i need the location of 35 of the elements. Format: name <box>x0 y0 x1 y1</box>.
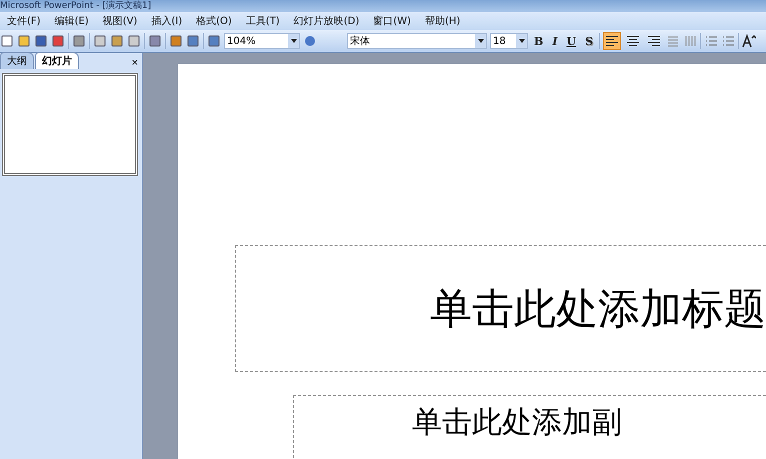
panel-tab[interactable]: 幻灯片 <box>35 52 79 69</box>
title-placeholder-text: 单击此处添加标题 <box>430 282 766 334</box>
subtitle-placeholder[interactable]: 单击此处添加副 <box>293 395 766 459</box>
dropdown-button[interactable] <box>288 34 299 48</box>
underline-button[interactable]: U <box>563 34 580 48</box>
menu-item[interactable]: 文件(F) <box>0 14 48 28</box>
menu-item[interactable]: 视图(V) <box>96 14 144 28</box>
font-combo[interactable]: 宋体 <box>347 33 487 49</box>
align-left-button[interactable] <box>603 32 622 50</box>
menu-item[interactable]: 幻灯片放映(D) <box>286 14 366 28</box>
slide-thumbnail[interactable] <box>2 73 138 176</box>
menu-item[interactable]: 编辑(E) <box>48 14 96 28</box>
dropdown-button[interactable] <box>516 34 527 48</box>
menu-item[interactable]: 窗口(W) <box>366 14 418 28</box>
zoom-combo[interactable]: 104% <box>224 33 300 49</box>
menu-item[interactable]: 工具(T) <box>238 14 287 28</box>
menu-item[interactable]: 帮助(H) <box>418 14 468 28</box>
help-icon[interactable] <box>303 34 317 48</box>
menu-item[interactable]: 插入(I) <box>144 14 190 28</box>
close-button[interactable]: × <box>132 57 138 69</box>
distribute-icon[interactable] <box>666 34 680 48</box>
numbered-list-icon[interactable] <box>704 34 718 48</box>
columns-icon[interactable] <box>683 34 698 48</box>
window-title: Microsoft PowerPoint - [演示文稿1] <box>0 0 152 12</box>
font-size-combo[interactable]: 18 <box>490 33 528 49</box>
italic-button[interactable]: I <box>549 34 560 48</box>
shadow-button[interactable]: S <box>582 34 596 48</box>
panel-tab[interactable]: 大纲 <box>0 52 34 69</box>
grow-font-icon[interactable] <box>742 34 756 48</box>
dropdown-button[interactable] <box>475 34 486 48</box>
title-placeholder[interactable]: 单击此处添加标题 <box>235 245 766 372</box>
subtitle-placeholder-text: 单击此处添加副 <box>412 405 622 440</box>
bulleted-list-icon[interactable] <box>721 34 736 48</box>
bold-button[interactable]: B <box>531 34 546 48</box>
menu-item[interactable]: 格式(O) <box>189 14 239 28</box>
